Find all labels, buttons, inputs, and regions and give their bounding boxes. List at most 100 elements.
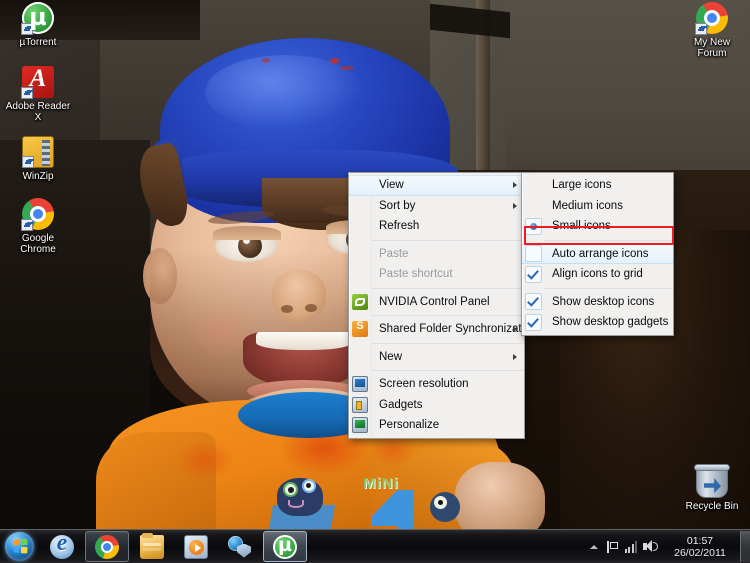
- wallpaper-cap-mark: [330, 58, 339, 64]
- menu-separator: [371, 370, 524, 371]
- shared-folder-icon: [352, 320, 368, 338]
- action-center-icon[interactable]: [603, 531, 622, 562]
- system-tray[interactable]: 01:57 26/02/2011: [585, 531, 750, 562]
- menu-item-label: Screen resolution: [379, 378, 469, 391]
- winzip-icon: [22, 136, 54, 168]
- view-submenu-item-medium-icons[interactable]: Medium icons: [522, 196, 673, 217]
- menu-item-icon-slot: [349, 415, 371, 436]
- desktop-icon-label: Adobe Reader X: [5, 101, 71, 123]
- chrome-icon: [21, 198, 54, 231]
- clock-date: 26/02/2011: [674, 546, 726, 559]
- menu-item-label: Small icons: [552, 220, 611, 233]
- checkbox-empty-icon: [524, 245, 542, 263]
- menu-item-icon-slot: [349, 292, 371, 313]
- taskbar-button-windows-explorer[interactable]: [131, 532, 173, 561]
- internet-explorer-icon: [50, 530, 74, 559]
- desktop-icon-google-chrome[interactable]: Google Chrome: [0, 198, 76, 255]
- desktop-icon-utorrent[interactable]: µTorrent: [0, 2, 76, 48]
- view-submenu[interactable]: Large icons Medium icons Small icons Auto a…: [521, 172, 674, 336]
- view-submenu-item-large-icons[interactable]: Large icons: [522, 175, 673, 196]
- menu-separator: [371, 315, 524, 316]
- checkmark-icon: [524, 293, 542, 311]
- wallpaper-monster-mouth: [288, 500, 304, 508]
- context-menu-item-screen-resolution[interactable]: Screen resolution: [349, 374, 524, 395]
- desktop-context-menu[interactable]: View Sort by Refresh Paste Paste shortcut NVI…: [348, 172, 537, 439]
- menu-item-mark-slot: [522, 264, 544, 285]
- wallpaper-monster-pupil: [288, 487, 294, 493]
- shortcut-overlay-icon: [21, 23, 33, 35]
- recycle-bin-icon: [694, 464, 730, 498]
- context-menu-item-shared-folder-synchronization[interactable]: Shared Folder Synchronization: [349, 319, 537, 340]
- menu-item-label: Large icons: [552, 179, 612, 192]
- menu-item-mark-slot: [522, 175, 544, 196]
- menu-item-icon-slot: [349, 347, 371, 368]
- view-submenu-item-small-icons[interactable]: Small icons: [522, 216, 673, 237]
- menu-item-mark-slot: [522, 292, 544, 313]
- menu-item-mark-slot: [522, 245, 544, 264]
- menu-item-mark-slot: [522, 196, 544, 217]
- checkmark-icon: [524, 265, 542, 283]
- show-hidden-icons-arrow[interactable]: [585, 531, 603, 562]
- taskbar-clock[interactable]: 01:57 26/02/2011: [660, 535, 736, 559]
- view-submenu-item-align-icons-to-grid[interactable]: Align icons to grid: [522, 264, 673, 285]
- shortcut-overlay-icon: [21, 219, 33, 231]
- gadgets-icon: [352, 396, 368, 413]
- context-menu-item-personalize[interactable]: Personalize: [349, 415, 524, 436]
- start-button[interactable]: [2, 531, 40, 562]
- submenu-chevron-icon: [513, 182, 517, 189]
- submenu-chevron-icon: [513, 353, 517, 360]
- show-desktop-button[interactable]: [740, 531, 750, 562]
- wallpaper-nostril: [281, 305, 293, 313]
- personalize-icon: [352, 417, 368, 434]
- wallpaper-nose: [272, 270, 326, 322]
- context-menu-item-paste-shortcut: Paste shortcut: [349, 264, 524, 285]
- wallpaper-nostril: [305, 304, 317, 312]
- windows-flag-icon: [13, 538, 28, 554]
- menu-separator: [371, 342, 524, 344]
- folder-icon: [140, 532, 164, 559]
- context-menu-item-refresh[interactable]: Refresh: [349, 216, 524, 237]
- shortcut-overlay-icon: [21, 87, 33, 99]
- nvidia-icon: [352, 293, 368, 310]
- context-menu-item-nvidia-control-panel[interactable]: NVIDIA Control Panel: [349, 292, 524, 313]
- view-submenu-item-show-desktop-icons[interactable]: Show desktop icons: [522, 292, 673, 313]
- menu-item-label: Auto arrange icons: [552, 247, 649, 260]
- context-menu-item-new[interactable]: New: [349, 347, 524, 368]
- taskbar-button-network-shortcut[interactable]: [219, 532, 261, 561]
- view-submenu-item-auto-arrange-icons[interactable]: Auto arrange icons: [522, 243, 673, 264]
- context-menu-item-sort-by[interactable]: Sort by: [349, 196, 524, 217]
- view-submenu-item-show-desktop-gadgets[interactable]: Show desktop gadgets: [522, 312, 673, 333]
- volume-speaker-icon[interactable]: [641, 531, 660, 562]
- context-menu-item-gadgets[interactable]: Gadgets: [349, 395, 524, 416]
- desktop-icon-recycle-bin[interactable]: Recycle Bin: [674, 464, 750, 512]
- desktop-icon-adobe-reader[interactable]: Adobe ReaderX: [0, 65, 76, 123]
- menu-separator: [544, 239, 673, 241]
- wallpaper-shirt-text: MiNi: [363, 475, 399, 492]
- shortcut-overlay-icon: [22, 156, 34, 168]
- submenu-chevron-icon: [513, 326, 517, 333]
- menu-item-label: New: [379, 350, 403, 363]
- menu-item-label: Align icons to grid: [552, 268, 643, 281]
- taskbar[interactable]: 01:57 26/02/2011: [0, 529, 750, 563]
- context-menu-item-view[interactable]: View: [349, 175, 524, 196]
- menu-item-label: View: [379, 179, 404, 192]
- taskbar-button-google-chrome[interactable]: [85, 531, 129, 562]
- menu-item-label: Paste: [379, 247, 409, 260]
- menu-item-label: Paste shortcut: [379, 268, 453, 281]
- desktop-icon-winzip[interactable]: WinZip: [0, 136, 76, 182]
- menu-item-label: Show desktop gadgets: [552, 316, 669, 329]
- menu-separator: [544, 287, 673, 289]
- menu-item-label: Medium icons: [552, 199, 623, 212]
- utorrent-icon: [273, 534, 297, 559]
- menu-item-icon-slot: [349, 176, 371, 195]
- adobe-reader-icon: [21, 65, 54, 99]
- network-signal-icon[interactable]: [622, 531, 641, 562]
- taskbar-button-internet-explorer[interactable]: [41, 530, 83, 561]
- desktop-icon-my-new-forum[interactable]: My New Forum: [674, 2, 750, 59]
- desktop-icon-label: My New Forum: [693, 37, 731, 59]
- wallpaper-cap-mark: [262, 58, 270, 63]
- wallpaper-monster-pupil: [306, 483, 311, 488]
- taskbar-button-utorrent[interactable]: [263, 531, 307, 562]
- menu-item-icon-slot: [349, 196, 371, 217]
- taskbar-button-windows-media-player[interactable]: [175, 532, 217, 561]
